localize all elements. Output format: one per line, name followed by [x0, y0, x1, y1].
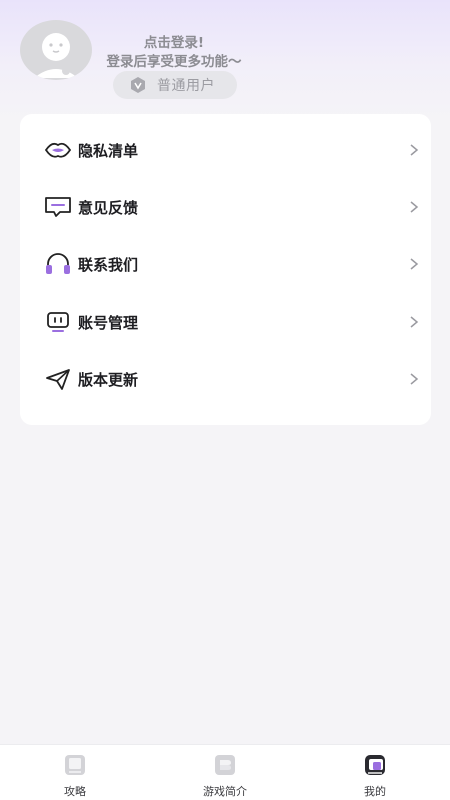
login-prompt[interactable]: 点击登录! 登录后享受更多功能～: [92, 34, 256, 72]
document-icon: [215, 755, 235, 775]
profile-header: 点击登录! 登录后享受更多功能～ 普通用户: [0, 0, 450, 110]
menu-item-account-management[interactable]: 账号管理: [20, 297, 431, 347]
menu-item-privacy-list[interactable]: 隐私清单: [20, 125, 431, 175]
v-shield-icon: [131, 77, 145, 93]
avatar[interactable]: [20, 20, 92, 80]
login-subtitle: 登录后享受更多功能～: [106, 54, 242, 70]
menu-item-label: 隐私清单: [78, 141, 139, 160]
tab-label: 游戏简介: [203, 785, 247, 798]
menu-item-label: 意见反馈: [78, 198, 139, 217]
menu-item-label: 版本更新: [78, 370, 139, 389]
message-icon: [44, 193, 72, 221]
profile-icon: [365, 755, 385, 775]
tab-label: 攻略: [64, 785, 86, 798]
user-level-badge: 普通用户: [113, 71, 237, 99]
tab-label: 我的: [364, 785, 386, 798]
chevron-right-icon: [410, 258, 419, 270]
chevron-right-icon: [410, 201, 419, 213]
chevron-right-icon: [410, 144, 419, 156]
chevron-right-icon: [410, 316, 419, 328]
default-avatar-icon: [34, 33, 78, 78]
badge-label: 普通用户: [157, 78, 215, 94]
monitor-icon: [44, 308, 72, 336]
login-title: 点击登录!: [143, 35, 205, 51]
lips-icon: [44, 136, 72, 164]
tab-game-intro[interactable]: 游戏简介: [175, 745, 275, 800]
settings-menu-card: 隐私清单 意见反馈 联系我们 账号管理 版本更新: [20, 114, 431, 425]
tab-mine[interactable]: 我的: [325, 745, 425, 800]
bottom-tab-bar: 攻略 游戏简介 我的: [0, 744, 450, 800]
send-icon: [44, 365, 72, 393]
headset-icon: [44, 250, 72, 278]
chevron-right-icon: [410, 373, 419, 385]
tab-guide[interactable]: 攻略: [25, 745, 125, 800]
menu-item-label: 账号管理: [78, 313, 139, 332]
menu-item-version-update[interactable]: 版本更新: [20, 354, 431, 404]
book-icon: [65, 755, 85, 775]
menu-item-contact-us[interactable]: 联系我们: [20, 239, 431, 289]
menu-item-label: 联系我们: [78, 255, 139, 274]
menu-item-feedback[interactable]: 意见反馈: [20, 182, 431, 232]
